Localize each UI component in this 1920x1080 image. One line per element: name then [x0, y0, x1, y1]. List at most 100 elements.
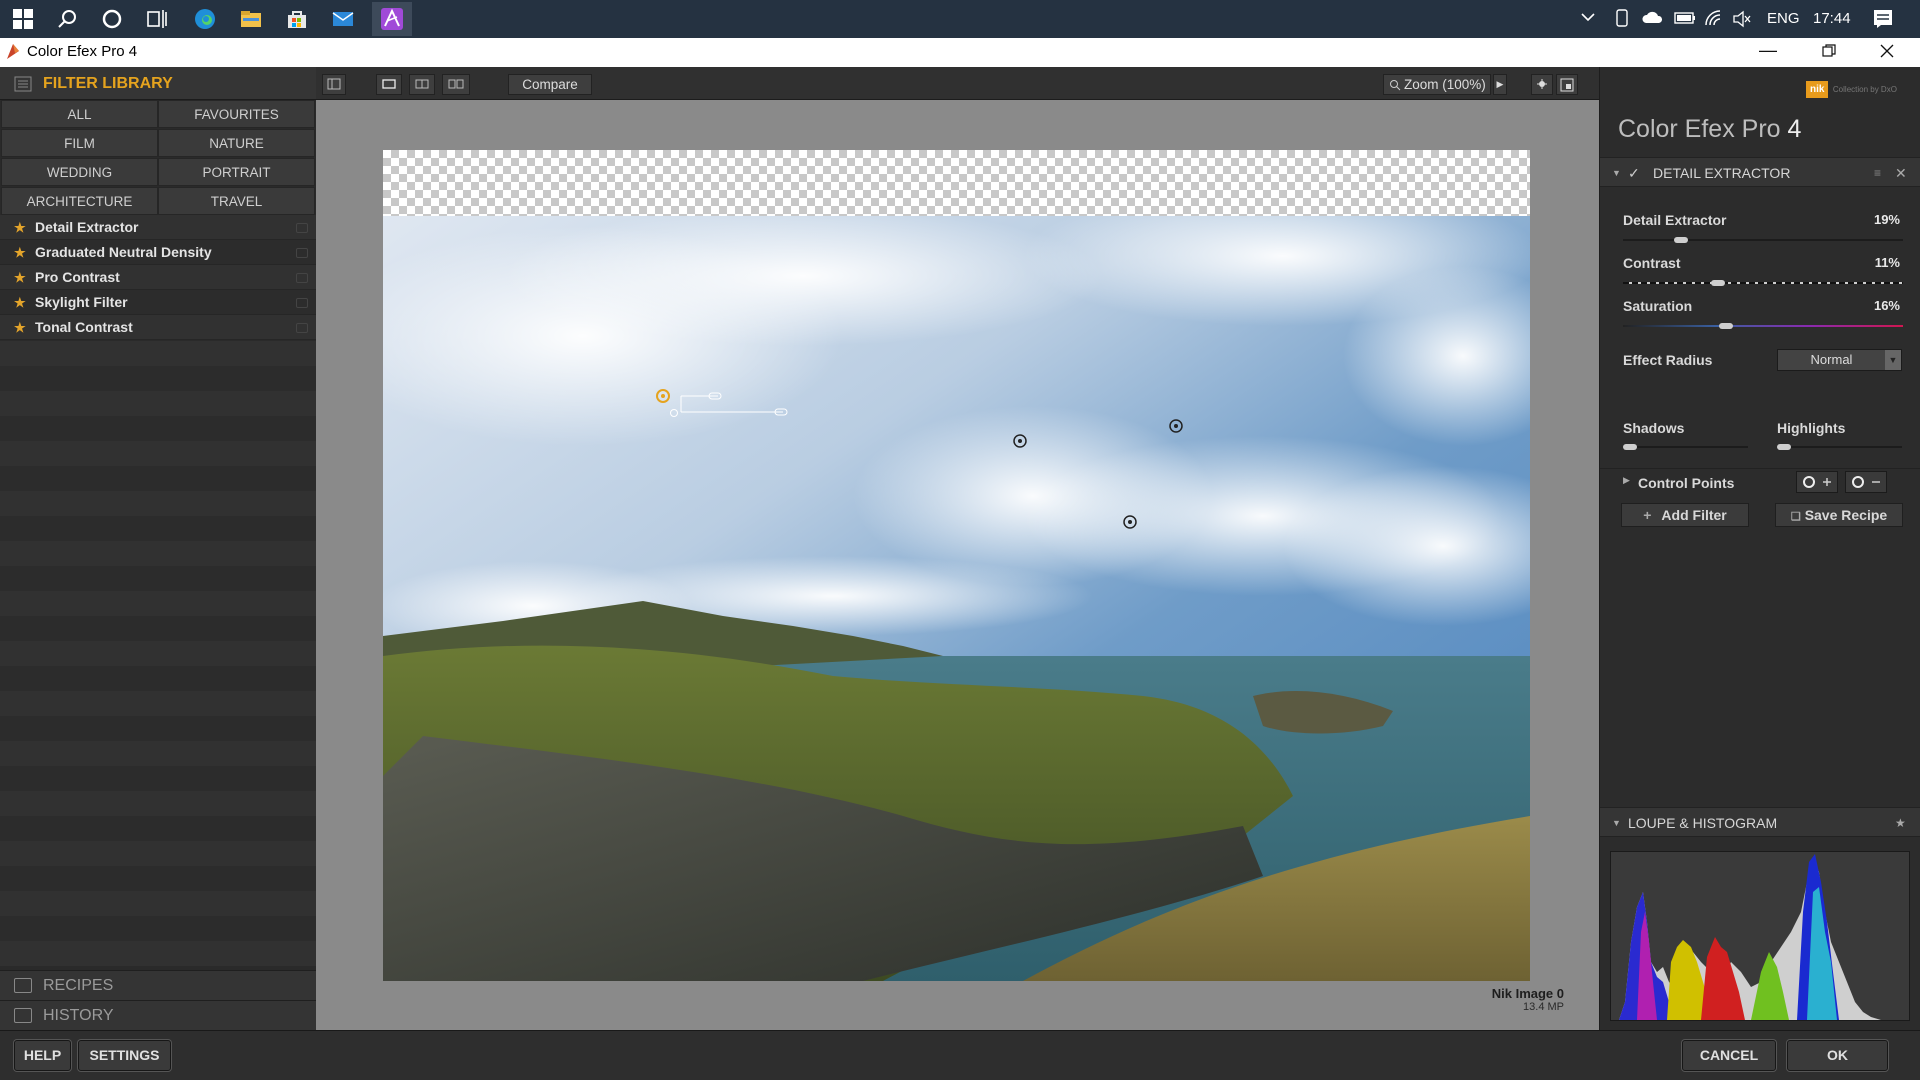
loupe-histogram-header[interactable]: ▼ LOUPE & HISTOGRAM ★: [1600, 807, 1920, 837]
category-portrait[interactable]: PORTRAIT: [158, 158, 315, 186]
filter-item[interactable]: ★ Skylight Filter: [0, 290, 316, 315]
detail-extractor-slider[interactable]: [1623, 237, 1903, 243]
mail-icon[interactable]: [328, 4, 358, 34]
category-travel[interactable]: TRAVEL: [158, 187, 315, 215]
battery-icon[interactable]: [1674, 11, 1696, 29]
image-size: 13.4 MP: [1523, 1001, 1564, 1013]
pin-icon[interactable]: ★: [1895, 808, 1906, 838]
cortana-icon[interactable]: [97, 4, 127, 34]
shadows-slider[interactable]: [1623, 444, 1748, 450]
loupe-icon[interactable]: [1531, 74, 1553, 95]
compare-button[interactable]: Compare: [508, 74, 592, 95]
settings-button[interactable]: SETTINGS: [78, 1040, 171, 1071]
app-brand-name: Color Efex Pro: [1618, 115, 1781, 143]
zoom-label: Zoom (100%): [1404, 77, 1486, 92]
restore-button[interactable]: [1806, 40, 1852, 65]
control-point-icon: [296, 273, 308, 283]
star-icon[interactable]: ★: [14, 240, 26, 265]
empty-list-row: [0, 491, 316, 516]
onedrive-icon[interactable]: [1642, 10, 1664, 28]
empty-list-row: [0, 441, 316, 466]
effect-radius-dropdown[interactable]: Normal ▼: [1777, 349, 1902, 371]
empty-list-row: [0, 641, 316, 666]
highlights-slider[interactable]: [1777, 444, 1902, 450]
remove-filter-icon[interactable]: ✕: [1895, 158, 1907, 188]
toggle-library-icon[interactable]: [322, 74, 346, 95]
filter-enabled-checkbox[interactable]: ✓: [1628, 158, 1640, 188]
contrast-slider[interactable]: [1623, 280, 1903, 286]
preview-canvas[interactable]: Nik Image 0 13.4 MP: [316, 100, 1599, 1030]
category-film[interactable]: FILM: [1, 129, 158, 157]
close-button[interactable]: [1864, 40, 1910, 65]
category-nature[interactable]: NATURE: [158, 129, 315, 157]
filter-item[interactable]: ★ Pro Contrast: [0, 265, 316, 290]
filter-item[interactable]: ★ Tonal Contrast: [0, 315, 316, 340]
slider-thumb[interactable]: [1719, 323, 1733, 329]
star-icon[interactable]: ★: [14, 315, 26, 340]
help-button[interactable]: HELP: [14, 1040, 71, 1071]
star-icon[interactable]: ★: [14, 215, 26, 240]
fullscreen-icon[interactable]: [1556, 74, 1578, 95]
slider-thumb[interactable]: [1623, 444, 1637, 450]
history-section[interactable]: HISTORY: [0, 1000, 316, 1030]
single-view-icon[interactable]: [376, 74, 402, 95]
star-icon[interactable]: ★: [14, 290, 26, 315]
recipes-section[interactable]: RECIPES: [0, 970, 316, 1000]
clock[interactable]: 17:44: [1813, 10, 1851, 27]
image-info: Nik Image 0 13.4 MP: [1492, 986, 1564, 1013]
store-icon[interactable]: [282, 4, 312, 34]
zoom-dropdown[interactable]: Zoom (100%): [1383, 74, 1491, 95]
category-architecture[interactable]: ARCHITECTURE: [1, 187, 158, 215]
collapse-triangle-icon[interactable]: ▼: [1612, 158, 1621, 188]
filter-item-label: Skylight Filter: [35, 294, 128, 310]
collapse-triangle-icon[interactable]: ▼: [1612, 808, 1621, 838]
add-control-point-button[interactable]: [1796, 471, 1838, 493]
preview-image-frame[interactable]: [383, 150, 1530, 981]
saturation-slider[interactable]: [1623, 323, 1903, 329]
side-by-side-icon[interactable]: [442, 74, 470, 95]
language-indicator[interactable]: ENG: [1767, 10, 1800, 27]
filter-options-icon[interactable]: ≡: [1874, 158, 1881, 188]
windows-start-icon[interactable]: [8, 4, 38, 34]
split-view-icon[interactable]: [409, 74, 435, 95]
detail-extractor-header[interactable]: ▼ ✓ DETAIL EXTRACTOR ≡ ✕: [1600, 157, 1920, 187]
empty-list-row: [0, 541, 316, 566]
library-menu-icon[interactable]: [14, 76, 32, 97]
filter-item[interactable]: ★ Graduated Neutral Density: [0, 240, 316, 265]
remove-control-point-button[interactable]: [1845, 471, 1887, 493]
save-recipe-button[interactable]: ❏ Save Recipe: [1775, 503, 1903, 527]
empty-list-row: [0, 516, 316, 541]
cancel-button[interactable]: CANCEL: [1682, 1040, 1776, 1071]
category-favourites[interactable]: FAVOURITES: [158, 100, 315, 128]
phone-link-icon[interactable]: [1614, 9, 1630, 31]
chevron-up-icon[interactable]: [1580, 9, 1596, 29]
minimize-button[interactable]: —: [1745, 40, 1791, 65]
zoom-arrow-icon[interactable]: ▶: [1493, 74, 1507, 95]
slider-value-contrast: 11%: [1874, 255, 1900, 270]
empty-list-row: [0, 766, 316, 791]
filter-item[interactable]: ★ Detail Extractor: [0, 215, 316, 240]
slider-thumb[interactable]: [1711, 280, 1725, 286]
ok-button[interactable]: OK: [1787, 1040, 1888, 1071]
category-wedding[interactable]: WEDDING: [1, 158, 158, 186]
slider-thumb[interactable]: [1674, 237, 1688, 243]
edge-icon[interactable]: [190, 4, 220, 34]
wifi-icon[interactable]: [1704, 9, 1724, 31]
control-point-icon: [296, 323, 308, 333]
notification-icon[interactable]: [1873, 9, 1893, 33]
empty-list-row: [0, 591, 316, 616]
control-point-icon: [296, 248, 308, 258]
toolbar: Compare Zoom (100%) ▶: [316, 67, 1599, 100]
dropdown-arrow-icon[interactable]: ▼: [1885, 350, 1901, 370]
star-icon[interactable]: ★: [14, 265, 26, 290]
add-filter-button[interactable]: + Add Filter: [1621, 503, 1749, 527]
slider-thumb[interactable]: [1777, 444, 1791, 450]
file-explorer-icon[interactable]: [236, 4, 266, 34]
category-all[interactable]: ALL: [1, 100, 158, 128]
affinity-icon[interactable]: [372, 2, 412, 36]
expand-triangle-icon[interactable]: ▶: [1623, 475, 1630, 486]
search-icon[interactable]: [52, 4, 82, 34]
volume-muted-icon[interactable]: [1732, 10, 1752, 32]
task-view-icon[interactable]: [142, 4, 172, 34]
effect-radius-label: Effect Radius: [1623, 352, 1713, 368]
